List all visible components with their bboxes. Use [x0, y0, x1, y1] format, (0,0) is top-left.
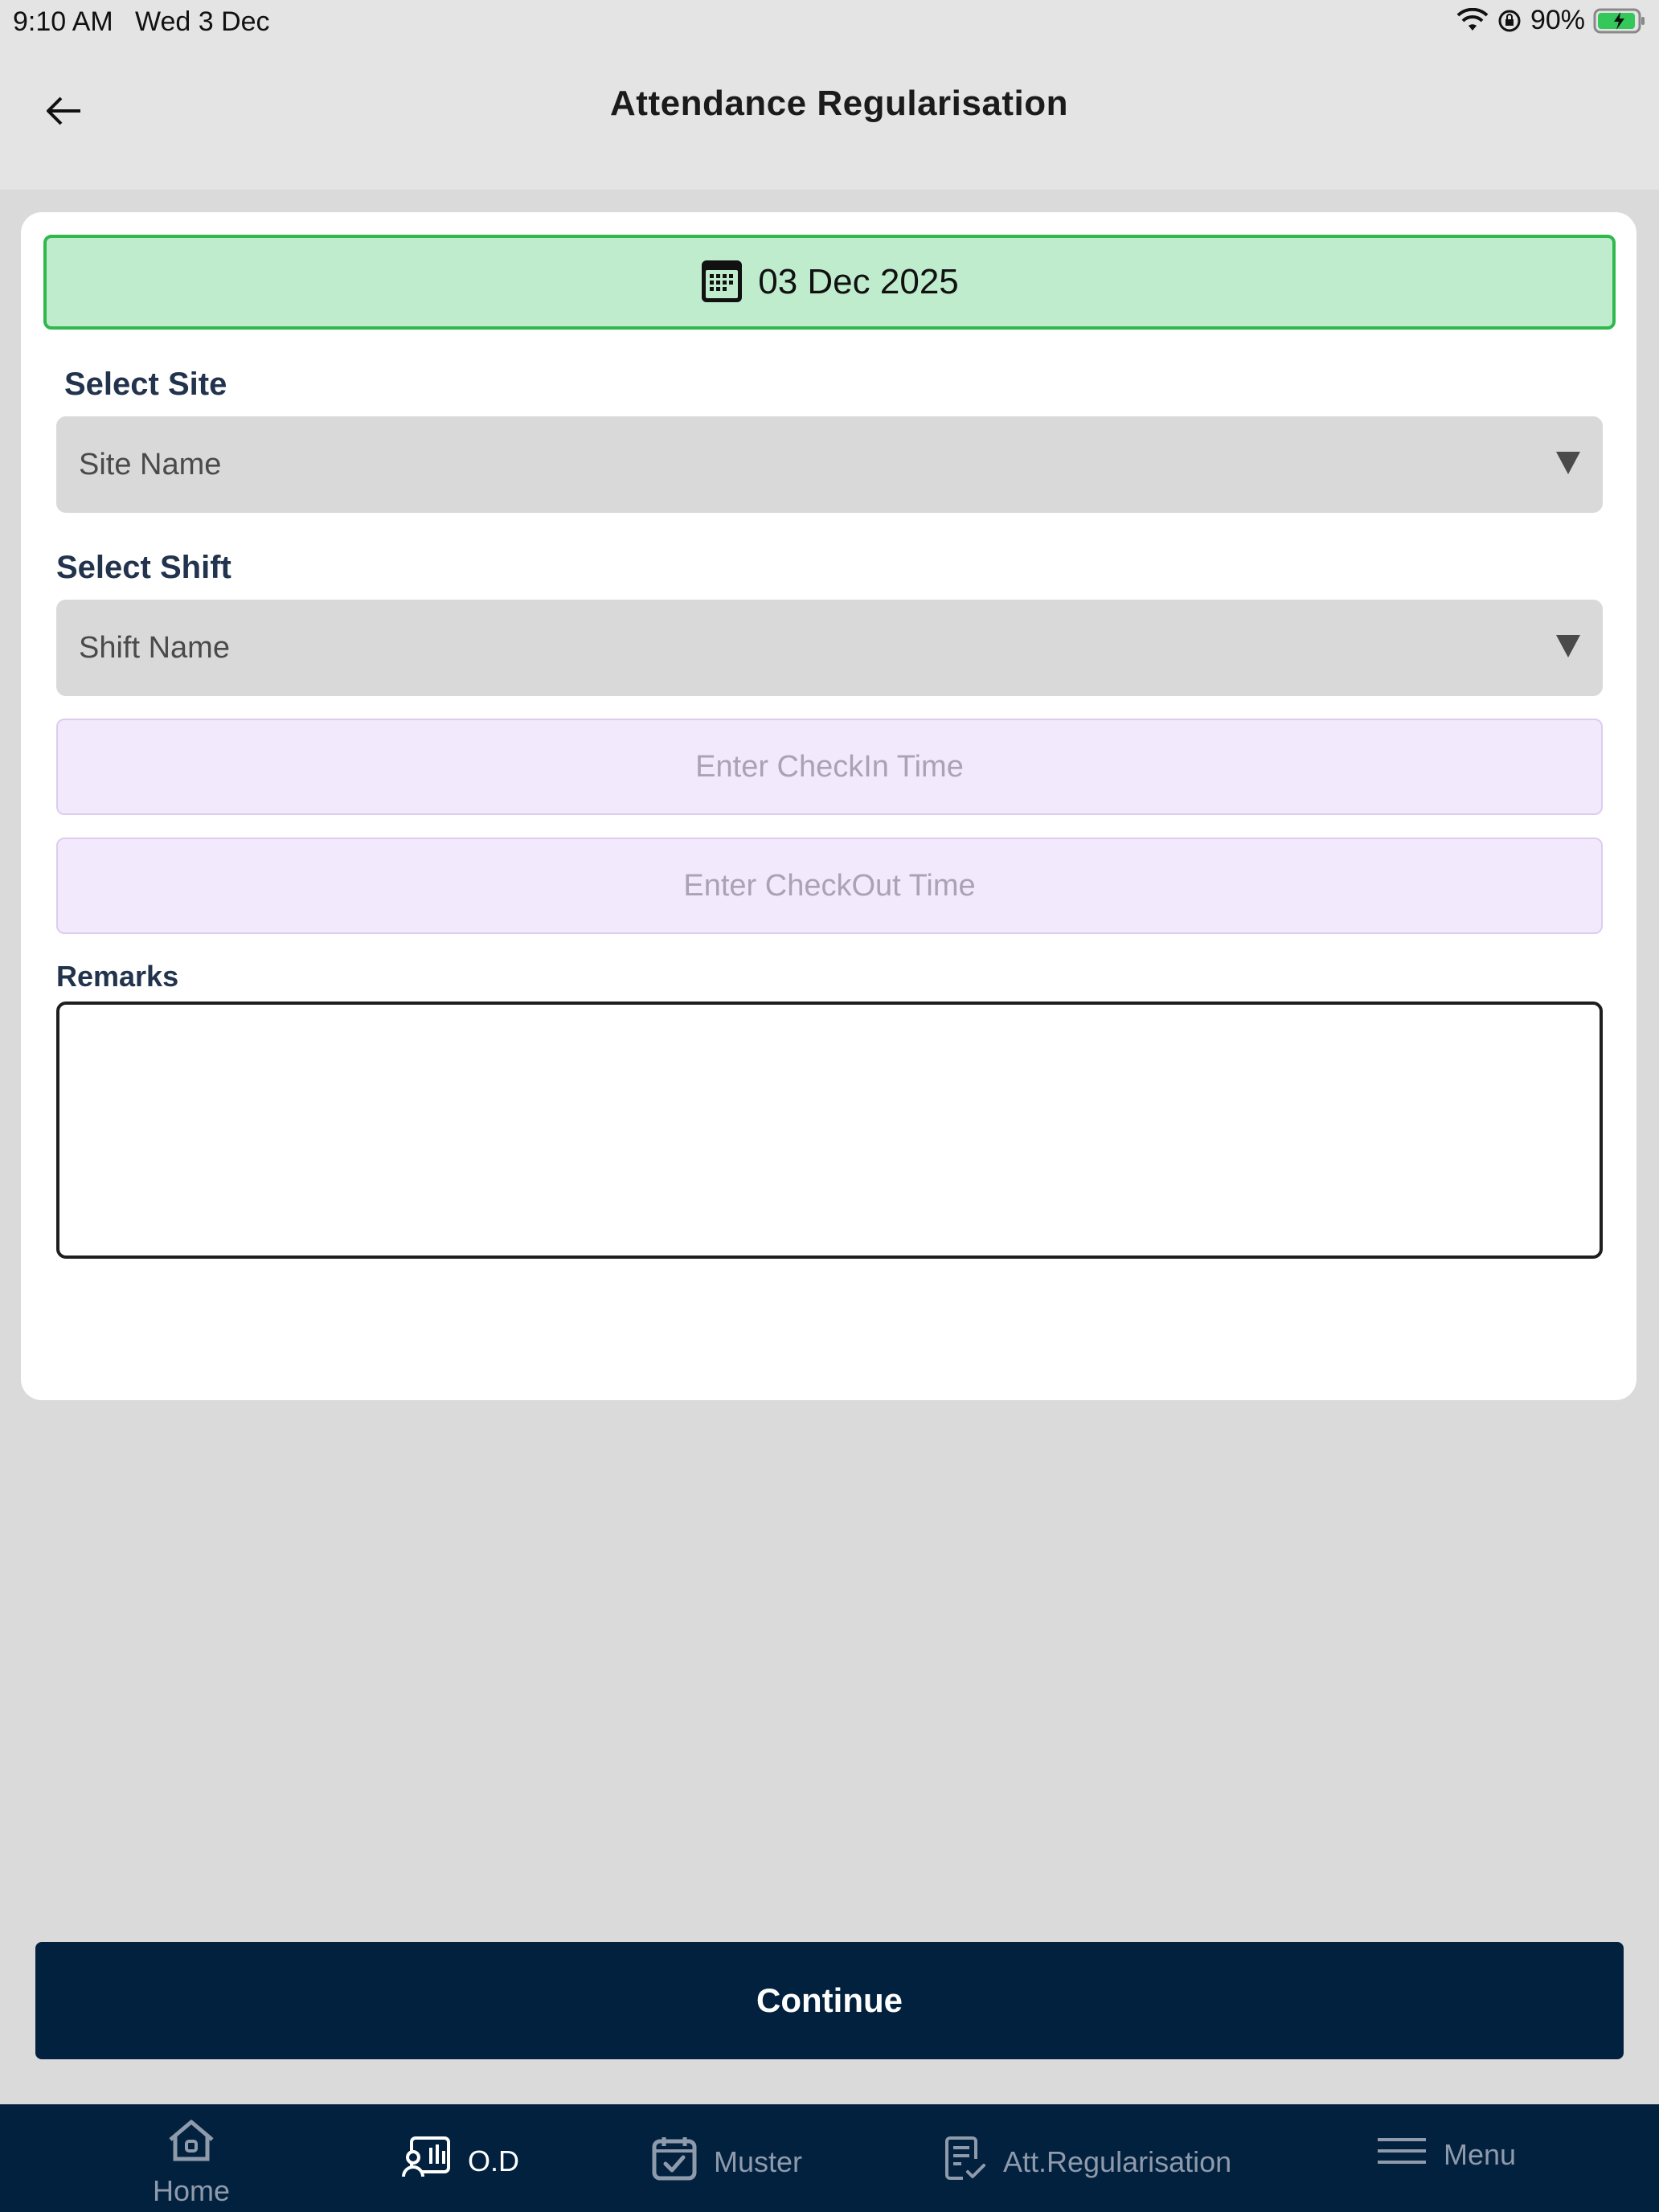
tab-menu-label: Menu	[1444, 2137, 1517, 2171]
battery-icon	[1593, 7, 1646, 35]
bottom-tab-bar: Home O.D Muster Att.Regularisation Menu	[0, 2104, 1659, 2212]
calendar-icon	[700, 257, 743, 308]
shift-select[interactable]: Shift Name	[56, 600, 1603, 696]
tab-od[interactable]: O.D	[400, 2135, 519, 2187]
tab-att-regularisation-label: Att.Regularisation	[1003, 2144, 1232, 2178]
rotation-lock-icon	[1497, 8, 1522, 34]
menu-icon	[1376, 2135, 1428, 2174]
checkin-time-input[interactable]: Enter CheckIn Time	[56, 719, 1603, 815]
od-icon	[400, 2135, 452, 2187]
tab-muster[interactable]: Muster	[651, 2135, 802, 2189]
remarks-textarea[interactable]	[56, 1002, 1603, 1259]
status-time: 9:10 AM	[13, 6, 113, 37]
status-bar: 9:10 AM Wed 3 Dec 90%	[0, 0, 1659, 43]
site-select[interactable]: Site Name	[56, 416, 1603, 513]
continue-button[interactable]: Continue	[35, 1942, 1624, 2059]
selected-date: 03 Dec 2025	[758, 262, 959, 301]
status-date: Wed 3 Dec	[135, 6, 270, 37]
tab-muster-label: Muster	[714, 2144, 803, 2178]
document-check-icon	[944, 2135, 987, 2189]
site-select-value: Site Name	[79, 447, 222, 481]
tab-od-label: O.D	[468, 2144, 520, 2177]
calendar-check-icon	[651, 2135, 698, 2189]
date-picker[interactable]: 03 Dec 2025	[43, 235, 1616, 330]
select-site-label: Select Site	[64, 367, 227, 402]
home-icon	[166, 2119, 217, 2171]
shift-select-value: Shift Name	[79, 630, 230, 665]
page-title: Attendance Regularisation	[610, 84, 1068, 123]
remarks-label: Remarks	[56, 960, 179, 993]
tab-home[interactable]: Home	[153, 2119, 230, 2208]
wifi-icon	[1456, 7, 1489, 34]
checkout-time-input[interactable]: Enter CheckOut Time	[56, 838, 1603, 934]
tab-home-label: Home	[153, 2174, 231, 2207]
dropdown-triangle-icon	[1556, 452, 1580, 474]
form-card: 03 Dec 2025 Select Site Site Name Select…	[21, 212, 1636, 1400]
battery-percent: 90%	[1530, 5, 1585, 35]
tab-menu[interactable]: Menu	[1376, 2135, 1516, 2174]
tab-att-regularisation[interactable]: Att.Regularisation	[944, 2135, 1231, 2189]
dropdown-triangle-icon	[1556, 635, 1580, 657]
select-shift-label: Select Shift	[56, 550, 231, 585]
status-indicators: 90%	[1456, 5, 1646, 36]
